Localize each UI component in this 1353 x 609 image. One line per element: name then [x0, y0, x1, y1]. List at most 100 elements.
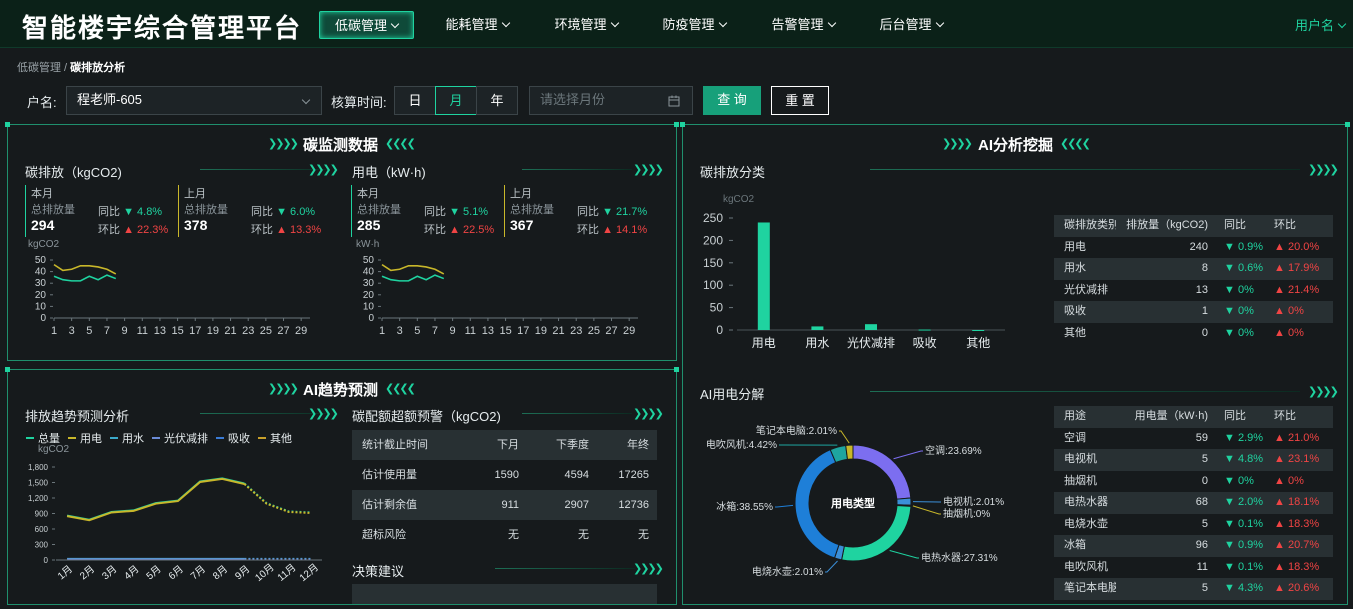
table-header-row: 统计截止时间 下月 下季度 年终 [352, 430, 657, 460]
mom-label: 环比 [577, 224, 599, 236]
query-button[interactable]: 查 询 [703, 86, 761, 115]
chevron-down-icon [935, 18, 944, 28]
x-tick-label: 27 [605, 325, 617, 337]
x-tick-label: 19 [535, 325, 547, 337]
kpi-label: 上月 [184, 188, 206, 200]
x-tick-label: 23 [242, 325, 254, 337]
ai-analysis-title: AI分析挖掘 [978, 137, 1054, 154]
up-triangle-icon: ▲ [1274, 262, 1288, 274]
category-subtitle: 碳排放分类 [700, 165, 766, 180]
change-value: 2.9% [1237, 431, 1264, 444]
yoy-value: 4.8% [137, 206, 163, 218]
table-cell: 笔记本电脑 [1064, 582, 1116, 594]
breadcrumb-separator: / [61, 62, 71, 74]
table-cell: 用电 [1064, 240, 1086, 253]
axis-unit-label: kgCO2 [28, 239, 60, 250]
change-value: 20.7% [1287, 539, 1320, 551]
change-value: 18.3% [1287, 517, 1320, 530]
change-value: 4.3% [1237, 582, 1264, 594]
breadcrumb-current: 碳排放分析 [70, 62, 126, 74]
down-triangle-icon: ▼ [1224, 517, 1238, 530]
nav-admin[interactable]: 后台管理 [866, 11, 956, 39]
up-triangle-icon: ▲ [1274, 517, 1288, 530]
up-triangle-icon: ▲ [1274, 240, 1288, 253]
table-cell: ▼ 0.9% [1214, 237, 1264, 259]
calendar-icon [668, 95, 680, 107]
pie-leader-line [893, 450, 923, 460]
axis-unit-label: kgCO2 [38, 444, 70, 455]
table-cell: 5 [1201, 453, 1208, 465]
x-tick-label: 11月 [275, 562, 298, 584]
chevron-down-icon [390, 19, 400, 29]
nav-energy[interactable]: 能耗管理 [432, 11, 522, 39]
section-arrows-icon: ❯❯❯❯ [633, 408, 664, 420]
nav-environment[interactable]: 环境管理 [541, 11, 631, 39]
x-tick-label: 3月 [100, 563, 120, 582]
table-cell: 其他 [1064, 326, 1086, 339]
down-triangle-icon: ▼ [1224, 431, 1238, 444]
legend-label: 吸收 [228, 431, 250, 445]
table-cell: ▲ 0% [1264, 323, 1333, 345]
table-cell: 5 [1201, 517, 1208, 530]
up-triangle-icon: ▲ [449, 224, 460, 236]
period-month[interactable]: 月 [435, 86, 477, 115]
user-menu[interactable]: 用户名 [1295, 15, 1347, 34]
yoy-label: 同比 [424, 206, 446, 218]
household-select[interactable]: 程老师-605 [66, 86, 322, 115]
y-tick-label: 20 [363, 290, 375, 301]
pie-slice [845, 444, 854, 460]
table-cell: ▼ 2.9% [1214, 428, 1264, 450]
month-picker[interactable]: 请选择月份 [529, 86, 693, 115]
period-year[interactable]: 年 [476, 86, 518, 115]
x-tick-label: 23 [570, 325, 582, 337]
y-tick-label: 1,200 [28, 494, 49, 503]
trend-forecast-chart: 总量 用电 用水 光伏减排 吸收 其他 kgCO2 0 300 600 900 1,200 1,500 1… [26, 431, 322, 584]
table-cell: ▲ 20.0% [1264, 237, 1333, 259]
table-cell: 0 [1201, 474, 1208, 487]
mom-value: 22.5% [463, 224, 495, 236]
series-line [381, 263, 445, 275]
up-triangle-icon: ▲ [1274, 539, 1288, 551]
table-cell: ▼ 0% [1214, 471, 1264, 493]
table-cell: 1 [1201, 305, 1208, 317]
down-triangle-icon: ▼ [1224, 326, 1238, 339]
down-triangle-icon: ▼ [1224, 539, 1238, 551]
up-triangle-icon: ▲ [602, 224, 613, 236]
y-tick-label: 0 [368, 313, 374, 324]
change-value: 0% [1237, 305, 1254, 317]
nav-low-carbon[interactable]: 低碳管理 [319, 11, 414, 39]
x-tick-label: 12月 [297, 561, 321, 584]
household-label: 户名: [27, 95, 57, 110]
table-cell: ▼ 2.0% [1214, 492, 1264, 514]
kpi-label: 本月 [357, 188, 379, 200]
nav-epidemic[interactable]: 防疫管理 [649, 11, 739, 39]
mom-value: 13.3% [290, 224, 322, 236]
x-tick-label: 1月 [55, 563, 75, 582]
up-triangle-icon: ▲ [1274, 453, 1288, 465]
table-header-row: 碳排放类别 排放量（kgCO2) 同比 环比 [1054, 215, 1333, 237]
table-cell: 240 [1189, 240, 1208, 253]
table-row: 用水 8 ▼ 0.6% ▲ 17.9% [1054, 258, 1333, 280]
electricity-this-month: 本月 总排放量 285 同比 ▼ 5.1% 环比 ▲ 22.5% [351, 185, 501, 237]
y-tick-label: 1,800 [28, 463, 49, 472]
emission-mini-chart: kgCO2010203040501 3 5 7 9 11 13 15 17 19 21 23 25 27 2… [28, 239, 310, 337]
axis-unit-label: kgCO2 [723, 194, 755, 205]
period-day[interactable]: 日 [394, 86, 436, 115]
x-tick-label: 17 [189, 325, 201, 337]
reset-button[interactable]: 重 置 [771, 86, 829, 115]
table-cell: ▲ 18.3% [1264, 557, 1333, 579]
breadcrumb-parent[interactable]: 低碳管理 [17, 62, 61, 74]
up-triangle-icon: ▲ [276, 224, 287, 236]
table-header-cell: 同比 [1224, 410, 1246, 422]
table-header-cell: 碳排放类别 [1064, 219, 1116, 231]
table-header-cell: 排放量（kgCO2) [1126, 219, 1208, 231]
breadcrumb: 低碳管理 / 碳排放分析 [17, 59, 125, 75]
y-tick-label: 200 [703, 233, 723, 247]
x-tick-label: 5 [86, 325, 92, 337]
title-arrows-icon: ❯❯❯❯ [942, 138, 973, 150]
chevron-down-icon [501, 18, 510, 28]
y-tick-label: 50 [35, 255, 47, 266]
nav-alarm[interactable]: 告警管理 [758, 11, 848, 39]
chevron-down-icon [827, 18, 836, 28]
mom-label: 环比 [98, 224, 120, 236]
